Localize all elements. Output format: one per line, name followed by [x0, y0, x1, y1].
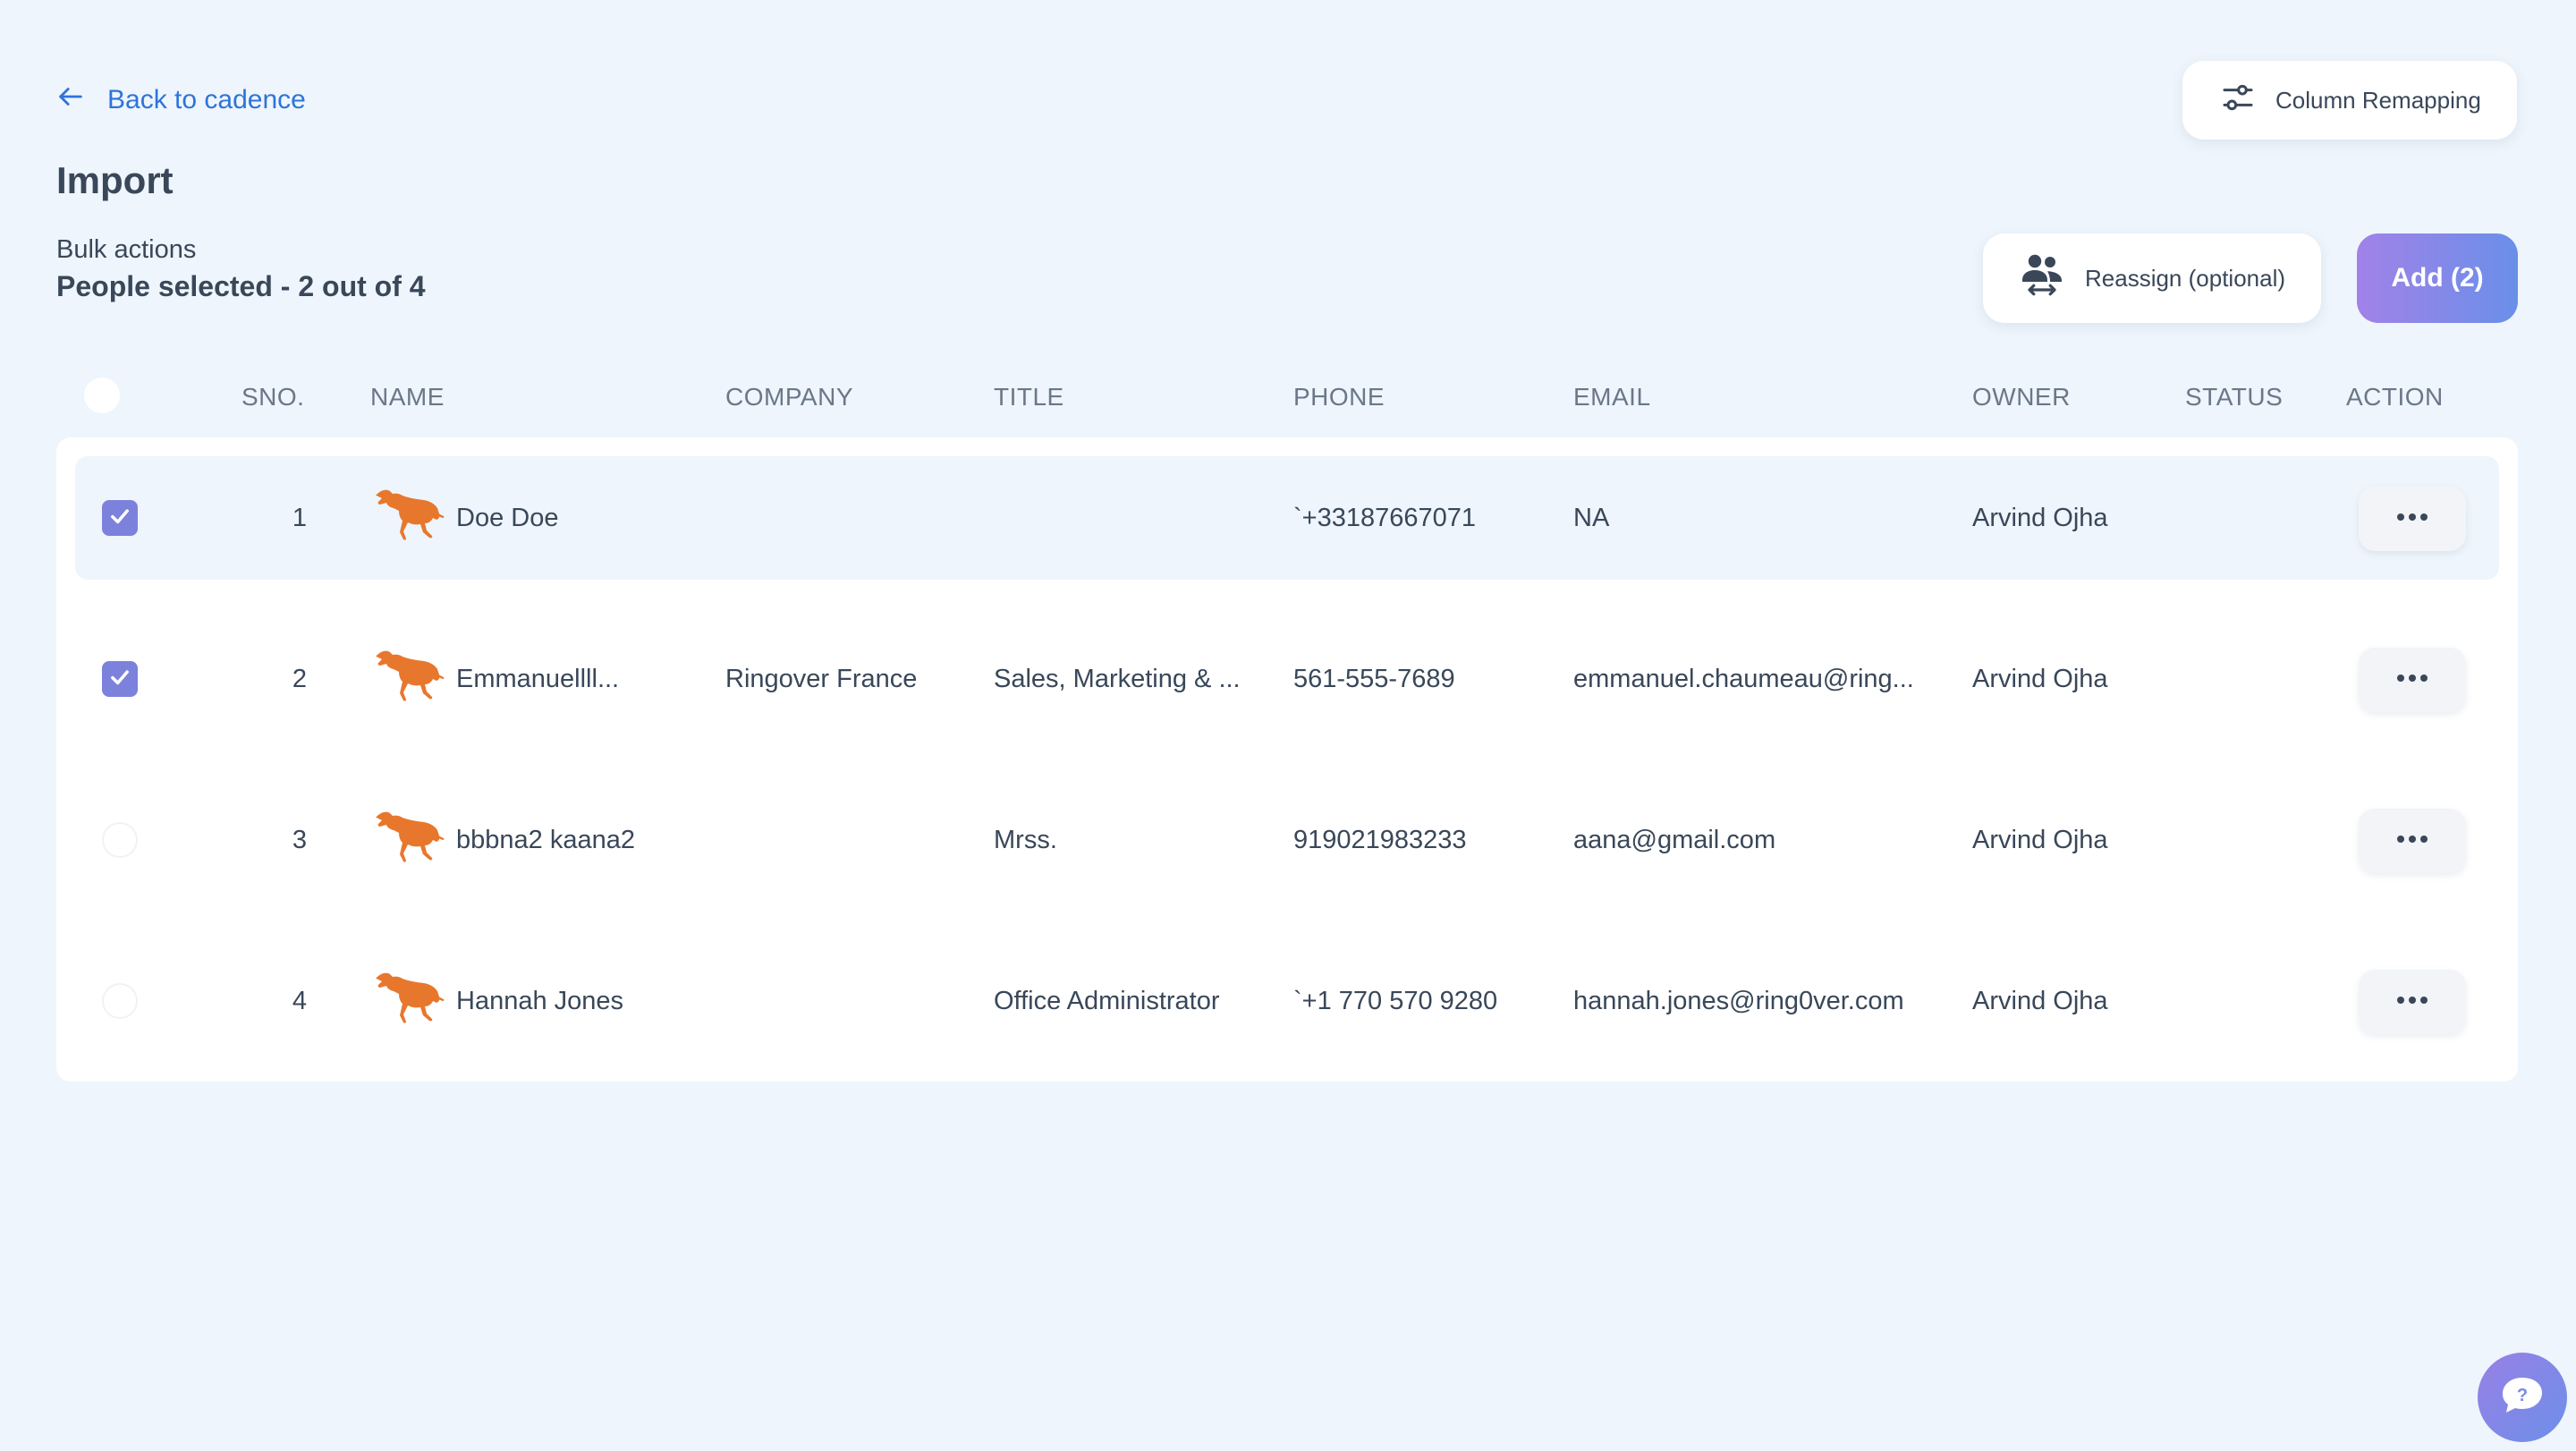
- column-header-email: EMAIL: [1573, 383, 1651, 411]
- bull-logo-icon: [370, 966, 456, 1036]
- row-checkbox[interactable]: [102, 500, 138, 536]
- row-sno: 3: [292, 825, 308, 854]
- row-phone: 919021983233: [1293, 825, 1467, 854]
- row-owner: Arvind Ojha: [1972, 986, 2108, 1015]
- row-name: Doe Doe: [456, 503, 559, 532]
- column-header-company: COMPANY: [725, 383, 853, 411]
- svg-text:?: ?: [2517, 1386, 2528, 1405]
- row-phone: `+33187667071: [1293, 503, 1477, 532]
- row-owner: Arvind Ojha: [1972, 503, 2108, 532]
- column-header-title: TITLE: [994, 383, 1064, 411]
- row-owner: Arvind Ojha: [1972, 664, 2108, 693]
- select-all-checkbox[interactable]: [84, 378, 120, 413]
- people-table: 1 Doe Doe `+33187667071 NA Arvind Ojha 2: [56, 437, 2518, 1082]
- checkmark-icon: [107, 504, 132, 533]
- checkmark-icon: [107, 665, 132, 694]
- row-email: hannah.jones@ring0ver.com: [1573, 986, 1904, 1015]
- row-checkbox[interactable]: [102, 822, 138, 858]
- row-checkbox[interactable]: [102, 661, 138, 697]
- row-title: Sales, Marketing & ...: [994, 664, 1241, 693]
- more-dots-icon: [2394, 672, 2430, 688]
- more-dots-icon: [2394, 994, 2430, 1010]
- help-chat-icon: ?: [2500, 1375, 2545, 1421]
- arrow-left-icon: [55, 81, 86, 119]
- row-email: emmanuel.chaumeau@ring...: [1573, 664, 1914, 693]
- column-header-phone: PHONE: [1293, 383, 1385, 411]
- table-row[interactable]: 3 bbbna2 kaana2 Mrss. 919021983233 aana@…: [75, 778, 2499, 902]
- add-button[interactable]: Add (2): [2357, 233, 2518, 323]
- row-title: Mrss.: [994, 825, 1057, 854]
- help-chat-button[interactable]: ?: [2478, 1353, 2567, 1442]
- row-name-cell[interactable]: Doe Doe: [370, 456, 558, 580]
- column-remapping-button[interactable]: Column Remapping: [2182, 61, 2517, 140]
- column-header-name: NAME: [370, 383, 445, 411]
- bull-logo-icon: [370, 805, 456, 875]
- row-name-cell[interactable]: Hannah Jones: [370, 939, 623, 1063]
- row-name-cell[interactable]: bbbna2 kaana2: [370, 778, 635, 902]
- table-row[interactable]: 1 Doe Doe `+33187667071 NA Arvind Ojha: [75, 456, 2499, 580]
- row-phone: 561-555-7689: [1293, 664, 1455, 693]
- row-title: Office Administrator: [994, 986, 1220, 1015]
- row-checkbox[interactable]: [102, 983, 138, 1019]
- reassign-label: Reassign (optional): [2085, 264, 2286, 292]
- row-name: Emmanuellll...: [456, 664, 620, 693]
- more-dots-icon: [2394, 833, 2430, 849]
- column-header-owner: OWNER: [1972, 383, 2071, 411]
- row-action-menu-button[interactable]: [2359, 970, 2466, 1034]
- bull-logo-icon: [370, 483, 456, 553]
- row-action-menu-button[interactable]: [2359, 809, 2466, 873]
- bulk-actions-label: Bulk actions: [56, 235, 197, 264]
- more-dots-icon: [2394, 511, 2430, 527]
- table-row[interactable]: 4 Hannah Jones Office Administrator `+1 …: [75, 939, 2499, 1063]
- row-action-menu-button[interactable]: [2359, 648, 2466, 712]
- back-label: Back to cadence: [107, 85, 306, 115]
- table-header: SNO. NAME COMPANY TITLE PHONE EMAIL OWNE…: [56, 367, 2518, 429]
- row-name-cell[interactable]: Emmanuellll...: [370, 617, 619, 741]
- row-name: Hannah Jones: [456, 986, 624, 1015]
- back-to-cadence-link[interactable]: Back to cadence: [55, 81, 306, 120]
- table-row[interactable]: 2 Emmanuellll... Ringover France Sales, …: [75, 617, 2499, 741]
- row-sno: 2: [292, 664, 308, 693]
- column-header-sno: SNO.: [242, 383, 305, 411]
- page-title: Import: [56, 159, 174, 201]
- row-email: aana@gmail.com: [1573, 825, 1776, 854]
- column-header-status: STATUS: [2185, 383, 2284, 411]
- people-selected-count: People selected - 2 out of 4: [56, 270, 426, 302]
- column-header-action: ACTION: [2346, 383, 2444, 411]
- row-owner: Arvind Ojha: [1972, 825, 2108, 854]
- row-email: NA: [1573, 503, 1610, 532]
- row-company: Ringover France: [725, 664, 918, 693]
- bull-logo-icon: [370, 644, 456, 714]
- row-sno: 4: [292, 986, 308, 1015]
- row-name: bbbna2 kaana2: [456, 825, 635, 854]
- users-swap-icon: [2021, 252, 2063, 305]
- row-phone: `+1 770 570 9280: [1293, 986, 1498, 1015]
- sliders-icon: [2220, 80, 2256, 122]
- reassign-button[interactable]: Reassign (optional): [1983, 233, 2321, 323]
- row-sno: 1: [292, 503, 308, 532]
- column-remapping-label: Column Remapping: [2275, 86, 2481, 114]
- row-action-menu-button[interactable]: [2359, 487, 2466, 551]
